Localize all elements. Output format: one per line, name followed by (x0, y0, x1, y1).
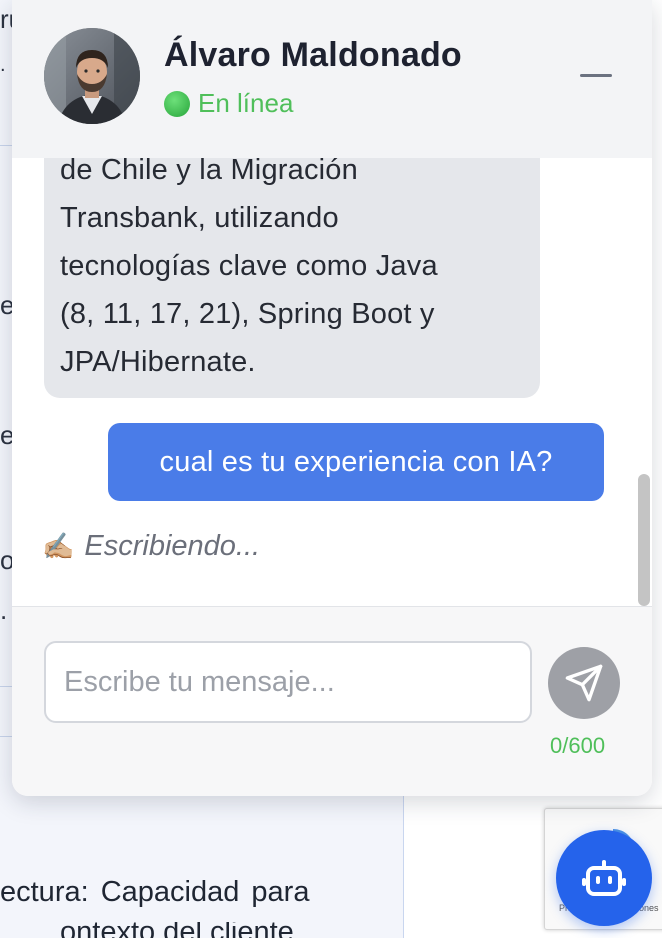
writing-hand-icon: ✍🏼 (42, 531, 75, 561)
user-message: cual es tu experiencia con IA? (108, 423, 604, 501)
send-icon (565, 664, 603, 702)
bot-message-line: Transbank, utilizando (60, 202, 339, 234)
background-divider (0, 145, 12, 146)
user-message-text: cual es tu experiencia con IA? (159, 445, 553, 478)
send-button[interactable] (548, 647, 620, 719)
bot-message-line: de Chile y la Migración (60, 158, 358, 186)
background-divider (0, 686, 12, 687)
typing-indicator: ✍🏼 Escribiendo... (42, 530, 260, 563)
minimize-button[interactable] (578, 64, 614, 88)
avatar-photo (44, 28, 140, 124)
robot-icon (582, 860, 626, 896)
message-input[interactable] (64, 665, 512, 699)
avatar (44, 28, 140, 124)
typing-text: Escribiendo... (84, 530, 261, 562)
background-paragraph: ectura: Capacidad para (0, 876, 310, 908)
message-list[interactable]: de Chile y la Migración Transbank, utili… (12, 158, 652, 606)
bot-message-line: JPA/Hibernate. (60, 346, 256, 378)
chat-header: Álvaro Maldonado En línea (12, 0, 652, 158)
bot-message: de Chile y la Migración Transbank, utili… (44, 158, 540, 398)
background-paragraph-cut: ontexto del cliente (60, 922, 294, 938)
scrollbar-thumb[interactable] (638, 474, 650, 606)
composer: 0/600 (12, 606, 652, 796)
background-divider (0, 736, 12, 737)
chat-widget: Álvaro Maldonado En línea de Chile y la … (12, 0, 652, 796)
message-scrollbar[interactable] (636, 474, 652, 606)
bot-message-line: tecnologías clave como Java (60, 250, 438, 282)
online-dot-icon (164, 90, 190, 117)
chatbot-toggle-button[interactable] (556, 830, 652, 926)
agent-name: Álvaro Maldonado (164, 36, 462, 74)
message-input-box[interactable] (44, 641, 532, 723)
character-counter: 0/600 (550, 733, 606, 758)
status-label: En línea (198, 88, 294, 118)
bot-message-line: (8, 11, 17, 21), Spring Boot y (60, 298, 435, 330)
background-text-fragment: . (0, 595, 8, 625)
background-text-fragment: . (0, 54, 6, 76)
status-indicator: En línea (164, 88, 293, 119)
